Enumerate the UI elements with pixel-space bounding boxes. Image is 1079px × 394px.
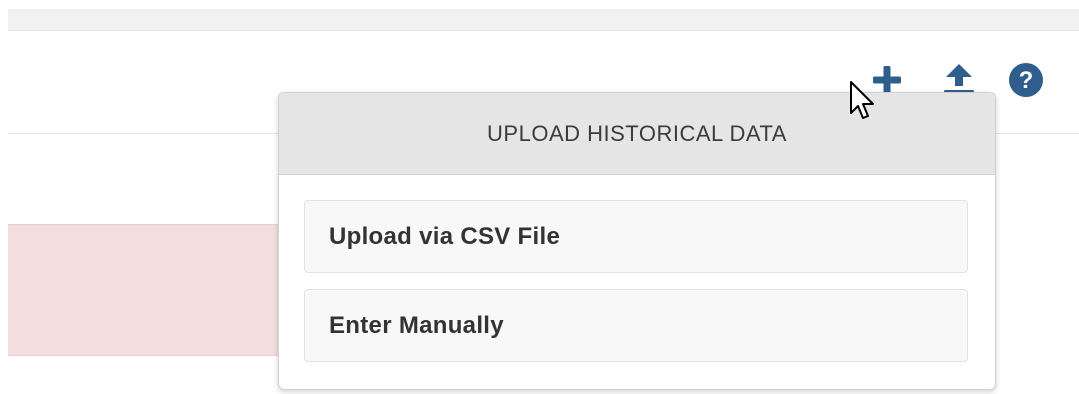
upload-popover: UPLOAD HISTORICAL DATA Upload via CSV Fi… bbox=[278, 92, 996, 390]
page: ? UPLOAD HISTORICAL DATA Upload via CSV … bbox=[0, 0, 1079, 394]
upload-csv-option[interactable]: Upload via CSV File bbox=[304, 200, 968, 273]
top-strip bbox=[8, 9, 1079, 31]
alert-row bbox=[8, 224, 308, 356]
mouse-cursor-icon bbox=[850, 81, 874, 119]
help-button[interactable]: ? bbox=[1006, 60, 1046, 100]
svg-text:?: ? bbox=[1019, 67, 1034, 94]
popover-title: UPLOAD HISTORICAL DATA bbox=[279, 93, 995, 175]
enter-manually-option[interactable]: Enter Manually bbox=[304, 289, 968, 362]
question-circle-icon: ? bbox=[1009, 63, 1043, 97]
